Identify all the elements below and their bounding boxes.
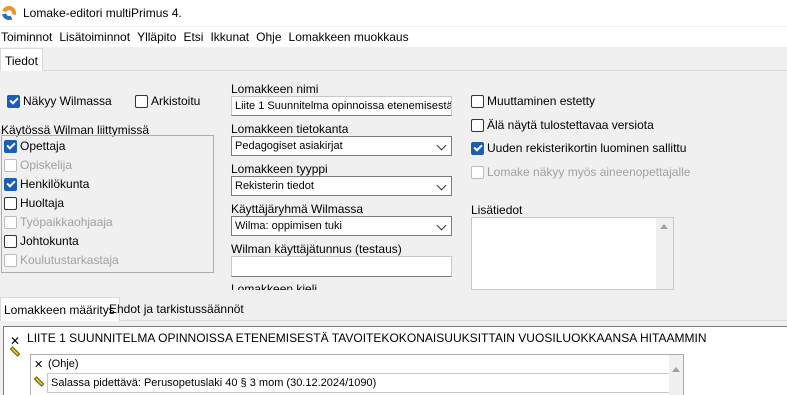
menu-lomakkeen-muokkaus[interactable]: Lomakkeen muokkaus: [289, 30, 416, 44]
lisatiedot-textarea[interactable]: [471, 217, 674, 290]
aineenopettajalle-checkbox[interactable]: Lomake näkyy myös aineenopettajalle: [471, 165, 690, 179]
lisatiedot-label: Lisätiedot: [471, 203, 523, 217]
menu-bar: Toiminnot Lisätoiminnot Ylläpito Etsi Ik…: [0, 27, 787, 47]
title-bar: Lomake-editori multiPrimus 4.: [0, 0, 787, 26]
kieli-label-clip: Lomakkeen kieli: [231, 282, 452, 290]
tab-lomakkeen-maaritys[interactable]: Lomakkeen määritys: [0, 297, 120, 321]
tab-tiedot[interactable]: Tiedot: [0, 48, 43, 71]
tietokanta-select[interactable]: Pedagogiset asiakirjat: [231, 136, 452, 156]
checkbox-disabled-icon: [471, 165, 484, 179]
kayttajaryhma-label: Käyttäjäryhmä Wilmassa: [231, 202, 364, 216]
kayttajaryhma-select[interactable]: Wilma: oppimisen tuki: [231, 216, 452, 236]
chevron-down-icon: [436, 180, 447, 191]
menu-ohje[interactable]: Ohje: [256, 30, 288, 44]
role-henkilokunta-checkbox[interactable]: Henkilökunta: [4, 177, 89, 191]
tyyppi-label: Lomakkeen tyyppi: [231, 162, 328, 176]
muuttaminen-estetty-checkbox[interactable]: Muuttaminen estetty: [471, 94, 595, 108]
kieli-label: Lomakkeen kieli: [231, 282, 318, 290]
menu-etsi[interactable]: Etsi: [183, 30, 210, 44]
menu-yllapito[interactable]: Ylläpito: [137, 30, 183, 44]
tietokanta-label: Lomakkeen tietokanta: [231, 122, 349, 136]
uuden-rekisterikortin-label: Uuden rekisterikortin luominen sallittu: [487, 141, 687, 155]
role-opiskelija-checkbox[interactable]: Opiskelija: [4, 158, 72, 172]
checkbox-unchecked-icon: [4, 196, 17, 210]
chevron-down-icon: [436, 140, 447, 151]
checkbox-unchecked-icon: [4, 234, 17, 248]
scroll-up-icon[interactable]: [672, 367, 680, 372]
checkbox-checked-icon: [471, 141, 484, 155]
bottom-tab-strip: Lomakkeen määritys Ehdot ja tarkistussää…: [0, 297, 787, 321]
pencil-icon[interactable]: [33, 376, 45, 387]
role-label: Henkilökunta: [20, 177, 90, 191]
app-logo-icon: [2, 6, 16, 20]
menu-ikkunat[interactable]: Ikkunat: [210, 30, 256, 44]
nakyy-wilmassa-checkbox[interactable]: Näkyy Wilmassa: [7, 94, 112, 108]
tunnus-label: Wilman käyttäjätunnus (testaus): [231, 242, 402, 256]
ohje-text-field[interactable]: Salassa pidettävä: Perusopetuslaki 40 § …: [47, 373, 679, 393]
menu-lisatoiminnot[interactable]: Lisätoiminnot: [59, 30, 137, 44]
details-panel: Näkyy Wilmassa Arkistoitu Käytössä Wilma…: [0, 71, 787, 290]
role-label: Johtokunta: [20, 234, 79, 248]
top-tab-strip: Tiedot: [0, 47, 787, 71]
checkbox-checked-icon: [4, 177, 17, 191]
role-label: Opettaja: [20, 139, 66, 153]
role-label: Huoltaja: [20, 196, 65, 210]
ohje-title: (Ohje): [48, 358, 79, 370]
ala-nayta-label: Älä näytä tulostettavaa versiota: [487, 118, 654, 132]
role-label: Koulutustarkastaja: [20, 253, 119, 267]
tyyppi-value: Rekisterin tiedot: [235, 180, 314, 192]
role-huoltaja-checkbox[interactable]: Huoltaja: [4, 196, 64, 210]
checkbox-unchecked-icon: [471, 118, 484, 132]
checkbox-unchecked-icon: [135, 94, 148, 108]
role-johtokunta-checkbox[interactable]: Johtokunta: [4, 234, 79, 248]
lomakkeen-nimi-input[interactable]: Liite 1 Suunnitelma opinnoissa etenemise…: [231, 96, 452, 116]
arkistoitu-label: Arkistoitu: [151, 94, 201, 108]
checkbox-checked-icon: [7, 94, 20, 108]
muuttaminen-estetty-label: Muuttaminen estetty: [487, 94, 596, 108]
ohje-section: ✕ (Ohje) Salassa pidettävä: Perusopetusl…: [30, 354, 684, 395]
role-label: Opiskelija: [20, 158, 73, 172]
form-definition-area: ✕ LIITE 1 SUUNNITELMA OPINNOISSA ETENEMI…: [3, 326, 787, 395]
window-title: Lomake-editori multiPrimus 4.: [23, 6, 182, 20]
uuden-rekisterikortin-checkbox[interactable]: Uuden rekisterikortin luominen sallittu: [471, 141, 686, 155]
scroll-up-icon[interactable]: [660, 224, 668, 229]
ohje-scrollbar[interactable]: [669, 355, 683, 395]
role-tyopaikkaohjaaja-checkbox[interactable]: Työpaikkaohjaaja: [4, 215, 113, 229]
tunnus-input[interactable]: [231, 256, 452, 277]
role-koulutustarkastaja-checkbox[interactable]: Koulutustarkastaja: [4, 253, 119, 267]
checkbox-disabled-icon: [4, 215, 17, 229]
tab-ehdot-ja-tarkistussaannot[interactable]: Ehdot ja tarkistussäännöt: [106, 297, 248, 321]
form-heading: LIITE 1 SUUNNITELMA OPINNOISSA ETENEMISE…: [27, 331, 707, 345]
aineenopettajalle-label: Lomake näkyy myös aineenopettajalle: [487, 165, 691, 179]
nakyy-wilmassa-label: Näkyy Wilmassa: [23, 94, 112, 108]
menu-toiminnot[interactable]: Toiminnot: [0, 30, 59, 44]
ala-nayta-checkbox[interactable]: Älä näytä tulostettavaa versiota: [471, 118, 654, 132]
lomakkeen-nimi-label: Lomakkeen nimi: [231, 82, 319, 96]
checkbox-checked-icon: [4, 139, 17, 153]
kayttajaryhma-value: Wilma: oppimisen tuki: [235, 220, 342, 232]
wilma-roles-group: Opettaja Opiskelija Henkilökunta Huoltaj…: [1, 135, 214, 273]
tietokanta-value: Pedagogiset asiakirjat: [235, 140, 343, 152]
tyyppi-select[interactable]: Rekisterin tiedot: [231, 176, 452, 196]
arkistoitu-checkbox[interactable]: Arkistoitu: [135, 94, 200, 108]
role-opettaja-checkbox[interactable]: Opettaja: [4, 139, 65, 153]
chevron-down-icon: [436, 220, 447, 231]
checkbox-disabled-icon: [4, 253, 17, 267]
close-icon[interactable]: ✕: [10, 335, 20, 347]
close-icon[interactable]: ✕: [34, 359, 43, 371]
role-label: Työpaikkaohjaaja: [20, 215, 113, 229]
checkbox-disabled-icon: [4, 158, 17, 172]
lisatiedot-scrollbar[interactable]: [656, 218, 673, 289]
checkbox-unchecked-icon: [471, 94, 484, 108]
